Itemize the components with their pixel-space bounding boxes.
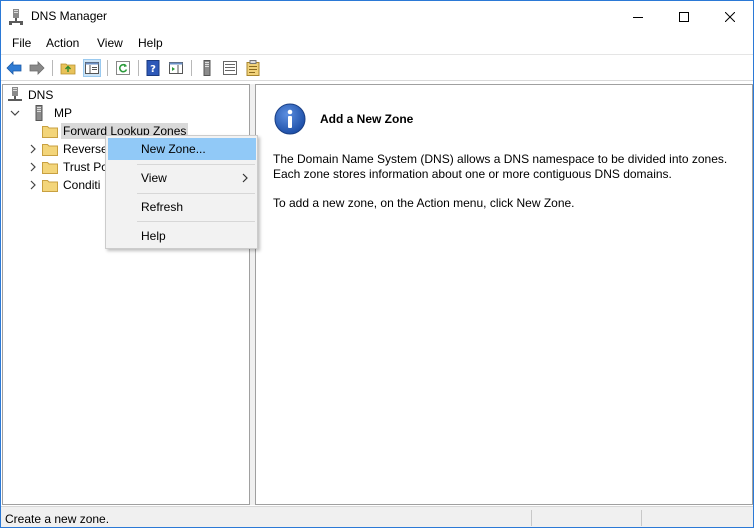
content-paragraph-1: The Domain Name System (DNS) allows a DN… [273,152,743,182]
ctx-separator [137,193,255,194]
tree-label-trust-points: Trust Po [63,160,108,174]
menu-help[interactable]: Help [138,36,163,50]
info-icon [274,103,306,135]
folder-icon [42,159,58,175]
help-book-icon: ? [146,60,160,76]
content-line: The Domain Name System (DNS) allows a DN… [273,152,728,166]
ctx-refresh[interactable]: Refresh [108,196,256,218]
toolbar-separator [52,60,53,76]
ctx-label: View [141,171,167,185]
ctx-label: New Zone... [141,142,206,156]
up-one-level-button[interactable] [59,59,77,77]
status-divider [641,510,642,526]
back-button[interactable] [5,59,23,77]
ctx-separator [137,164,255,165]
forward-arrow-icon [29,61,45,75]
refresh-icon [116,61,130,75]
list-view-icon [223,61,237,75]
menu-file[interactable]: File [12,36,31,50]
folder-icon [42,177,58,193]
tree-node-server[interactable]: MP [9,104,74,122]
up-folder-icon [60,63,76,75]
menu-bar: File Action View Help [1,32,753,54]
list-view-button[interactable] [221,59,239,77]
details-pane: Add a New Zone The Domain Name System (D… [255,84,753,505]
tree-label-server: MP [54,106,72,120]
properties-button[interactable] [244,59,262,77]
chevron-right-icon[interactable] [27,143,39,155]
folder-icon [42,123,58,139]
toolbar: ? [1,54,753,81]
svg-text:?: ? [150,64,156,75]
tree-label-reverse-lookup-zones: Reverse [63,142,108,156]
close-icon [725,11,735,22]
window-title: DNS Manager [31,9,108,23]
show-hide-console-tree-button[interactable] [83,59,101,77]
minimize-button[interactable] [615,1,661,32]
minimize-icon [633,16,643,18]
refresh-button[interactable] [114,59,132,77]
help-button[interactable]: ? [144,59,162,77]
properties-icon [246,60,260,76]
content-line: Each zone stores information about one o… [273,167,672,181]
tree-label-conditional-forwarders: Conditi [63,178,101,192]
ctx-help[interactable]: Help [108,225,256,247]
content-paragraph-2: To add a new zone, on the Action menu, c… [273,196,575,210]
show-hide-action-pane-button[interactable] [167,59,185,77]
forward-button[interactable] [28,59,46,77]
back-arrow-icon [6,61,22,75]
maximize-button[interactable] [661,1,707,32]
menu-view[interactable]: View [97,36,123,50]
toolbar-separator [191,60,192,76]
dns-app-icon [9,9,23,25]
toolbar-separator [138,60,139,76]
title-bar: DNS Manager [1,1,753,32]
chevron-down-icon[interactable] [9,107,21,119]
status-text: Create a new zone. [5,512,110,526]
status-bar: Create a new zone. [1,506,753,527]
server-button[interactable] [198,59,216,77]
tree-label-dns: DNS [28,88,54,102]
folder-icon [42,141,58,157]
tree-node-trust-points[interactable]: Trust Po [27,158,110,176]
server-icon [203,60,211,76]
context-menu: New Zone... View Refresh Help [105,135,258,249]
dns-manager-window: DNS Manager File Action View Help ? DNS … [0,0,754,528]
chevron-right-icon[interactable] [27,179,39,191]
server-icon [31,105,47,121]
chevron-right-icon [242,172,248,186]
dns-icon [7,87,23,103]
close-button[interactable] [707,1,753,32]
tree-node-conditional-forwarders[interactable]: Conditi [27,176,102,194]
tree-node-reverse-lookup-zones[interactable]: Reverse [27,140,110,158]
ctx-view[interactable]: View [108,167,256,189]
show-hide-tree-icon [85,62,99,74]
content-heading: Add a New Zone [320,112,414,126]
ctx-label: Help [141,229,166,243]
ctx-separator [137,221,255,222]
toolbar-separator [107,60,108,76]
menu-action[interactable]: Action [46,36,79,50]
ctx-new-zone[interactable]: New Zone... [108,138,256,160]
maximize-icon [679,11,689,22]
action-pane-icon [169,62,183,74]
ctx-label: Refresh [141,200,184,214]
status-divider [531,510,532,526]
tree-node-dns[interactable]: DNS [7,86,55,104]
chevron-right-icon[interactable] [27,161,39,173]
